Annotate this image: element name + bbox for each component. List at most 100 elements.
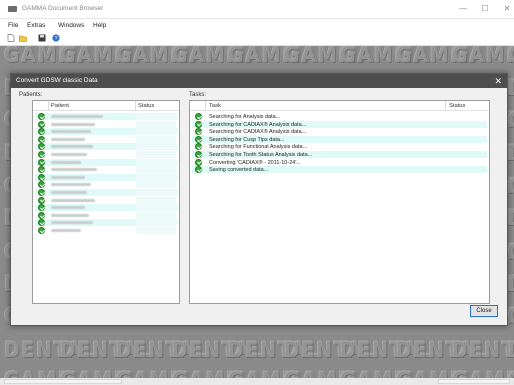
watermark-logo: DENTAL bbox=[508, 141, 514, 165]
watermark-logo: DENTAL bbox=[452, 338, 514, 362]
task-row[interactable]: Searching for CADIAX® Analysis data... bbox=[192, 120, 487, 128]
tasks-list[interactable]: Task Status Searching for Analysis data.… bbox=[189, 100, 490, 304]
task-row[interactable]: Searching for CADIAX® Analysis data... bbox=[192, 128, 487, 136]
patient-status-cell bbox=[136, 227, 176, 234]
status-bar bbox=[0, 378, 514, 385]
new-document-icon[interactable] bbox=[7, 34, 15, 42]
toolbar: ? bbox=[0, 31, 514, 46]
task-text: Converting 'CADIAX® - 2011-10-24'... bbox=[209, 159, 301, 166]
patient-name-redacted bbox=[51, 115, 103, 118]
maximize-button[interactable]: ☐ bbox=[474, 3, 496, 15]
task-row[interactable]: Searching for Cusp Tips data... bbox=[192, 135, 487, 143]
task-text: Searching for Tooth Status Analysis data… bbox=[209, 152, 313, 158]
check-icon bbox=[38, 151, 45, 158]
menu-file[interactable]: File bbox=[8, 22, 18, 29]
dialog-titlebar: Convert GDSW classic Data ✕ bbox=[11, 74, 507, 88]
column-separator bbox=[135, 101, 136, 111]
menu-windows[interactable]: Windows bbox=[58, 22, 84, 29]
patient-row[interactable] bbox=[35, 120, 177, 128]
task-column-header[interactable]: Task bbox=[209, 103, 221, 109]
patient-status-cell bbox=[136, 128, 176, 136]
task-row[interactable]: Saving converted data... bbox=[192, 166, 487, 174]
patient-status-cell bbox=[136, 181, 176, 189]
task-row[interactable]: Searching for Analysis data... bbox=[192, 113, 487, 120]
check-icon bbox=[38, 219, 45, 227]
tasks-label: Tasks: bbox=[189, 92, 207, 98]
patient-row[interactable] bbox=[35, 181, 177, 189]
check-icon bbox=[38, 135, 45, 143]
watermark-logo: GAMMA bbox=[508, 174, 514, 198]
patient-row[interactable] bbox=[35, 211, 177, 219]
minimize-button[interactable]: — bbox=[452, 3, 474, 15]
watermark-logo: DENTAL bbox=[508, 206, 514, 230]
task-text: Saving converted data... bbox=[209, 167, 269, 174]
patient-status-cell bbox=[136, 143, 176, 151]
patient-name-redacted bbox=[51, 160, 81, 164]
check-icon bbox=[195, 143, 202, 151]
menu-help[interactable]: Help bbox=[93, 22, 106, 29]
patient-status-cell bbox=[136, 173, 176, 181]
dialog-title: Convert GDSW classic Data bbox=[16, 77, 98, 84]
patient-row[interactable] bbox=[35, 158, 177, 166]
patient-row[interactable] bbox=[35, 189, 177, 196]
patient-name-redacted bbox=[51, 183, 91, 187]
patient-row[interactable] bbox=[35, 113, 177, 120]
patient-row[interactable] bbox=[35, 173, 177, 181]
patient-status-cell bbox=[136, 151, 176, 158]
open-folder-icon[interactable] bbox=[19, 34, 27, 42]
patient-name-redacted bbox=[51, 198, 95, 202]
patient-name-redacted bbox=[51, 122, 95, 126]
status-column-header[interactable]: Status bbox=[138, 103, 154, 109]
check-icon bbox=[38, 173, 45, 181]
menu-extras[interactable]: Extras bbox=[27, 22, 45, 29]
task-text: Searching for Functional Analysis data..… bbox=[209, 144, 308, 151]
check-icon bbox=[38, 227, 45, 234]
patient-name-redacted bbox=[51, 130, 91, 134]
task-text: Searching for Analysis data... bbox=[209, 114, 281, 120]
patient-row[interactable] bbox=[35, 143, 177, 151]
patient-status-cell bbox=[136, 135, 176, 143]
patient-row[interactable] bbox=[35, 196, 177, 204]
help-icon[interactable]: ? bbox=[52, 34, 60, 42]
task-row[interactable]: Converting 'CADIAX® - 2011-10-24'... bbox=[192, 158, 487, 166]
patient-column-header[interactable]: Patient bbox=[51, 103, 69, 109]
patient-row[interactable] bbox=[35, 151, 177, 158]
dialog-close-icon[interactable]: ✕ bbox=[494, 76, 502, 87]
patient-row[interactable] bbox=[35, 128, 177, 136]
task-text: Searching for CADIAX® Analysis data... bbox=[209, 129, 307, 136]
column-separator bbox=[445, 101, 446, 111]
check-icon bbox=[38, 113, 45, 120]
svg-text:?: ? bbox=[54, 36, 57, 42]
patient-row[interactable] bbox=[35, 204, 177, 212]
patient-row[interactable] bbox=[35, 219, 177, 227]
patient-row[interactable] bbox=[35, 166, 177, 174]
patient-row[interactable] bbox=[35, 135, 177, 143]
save-icon[interactable] bbox=[38, 34, 46, 42]
task-row[interactable]: Searching for Tooth Status Analysis data… bbox=[192, 151, 487, 158]
close-button[interactable]: Close bbox=[470, 305, 498, 317]
watermark-logo: GAMMA bbox=[508, 304, 514, 328]
task-text: Searching for CADIAX® Analysis data... bbox=[209, 121, 307, 128]
patient-name-redacted bbox=[51, 168, 97, 172]
patients-list[interactable]: Patient Status bbox=[32, 100, 180, 304]
watermark-logo: GAMMA bbox=[452, 368, 514, 378]
check-icon bbox=[195, 120, 202, 128]
status-field bbox=[438, 379, 510, 384]
check-icon bbox=[38, 181, 45, 189]
window-title: GAMMA Document Browser bbox=[22, 5, 104, 12]
patient-name-redacted bbox=[51, 153, 87, 156]
window-titlebar: GAMMA Document Browser — ☐ ✕ bbox=[0, 0, 514, 19]
patient-status-cell bbox=[136, 211, 176, 219]
check-icon bbox=[38, 143, 45, 151]
close-window-button[interactable]: ✕ bbox=[496, 3, 514, 15]
status-field bbox=[4, 379, 122, 384]
patient-name-redacted bbox=[51, 175, 85, 179]
task-row[interactable]: Searching for Functional Analysis data..… bbox=[192, 143, 487, 151]
patients-header: Patient Status bbox=[33, 101, 179, 111]
patient-row[interactable] bbox=[35, 227, 177, 234]
menu-bar: File Extras Windows Help bbox=[0, 20, 514, 31]
patient-status-cell bbox=[136, 158, 176, 166]
patient-name-redacted bbox=[51, 213, 89, 217]
task-status-column-header[interactable]: Status bbox=[449, 103, 465, 109]
check-icon bbox=[38, 211, 45, 219]
